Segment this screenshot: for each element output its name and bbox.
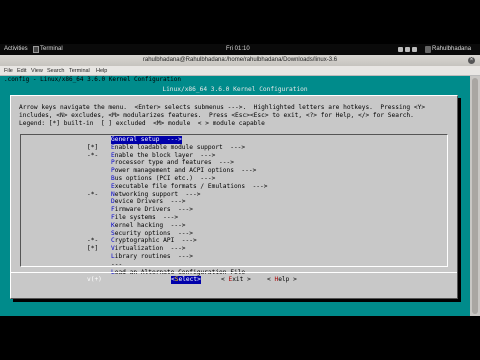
menu-item-label: Executable file formats / Emulations ---…: [111, 182, 268, 190]
status-icons[interactable]: [398, 47, 420, 52]
menu-item-label: Firmware Drivers --->: [111, 206, 193, 214]
menu-item-label: ---: [111, 260, 123, 268]
menu-item-label: Power management and ACPI options --->: [111, 167, 257, 175]
menu-item-label: Enable loadable module support --->: [111, 143, 246, 151]
menu-item-hotkey: P: [111, 159, 115, 167]
menu-item[interactable]: -*- Cryptographic API --->: [21, 237, 447, 245]
menu-list: General setup ---> [*] Enable loadable mod…: [20, 134, 448, 283]
exit-button[interactable]: < Exit >: [221, 276, 251, 284]
menu-item-hotkey: D: [111, 198, 115, 206]
menu-item-label: Enable the block layer --->: [111, 151, 216, 159]
menu-item[interactable]: -*- Enable the block layer --->: [21, 152, 447, 160]
menu-item-hotkey: F: [111, 214, 115, 221]
menu-item-hotkey: K: [111, 221, 115, 229]
volume-icon[interactable]: [405, 47, 410, 52]
menu-search[interactable]: Search: [47, 68, 64, 74]
menu-item[interactable]: Security options --->: [21, 230, 447, 238]
window-title: rahulbhadana@Rahulbhadana:/home/rahulbha…: [142, 57, 338, 63]
menu-item[interactable]: Device Drivers --->: [21, 198, 447, 206]
menu-view[interactable]: View: [31, 68, 43, 74]
help-text: Arrow keys navigate the menu. <Enter> se…: [19, 104, 451, 128]
menu-item[interactable]: Executable file formats / Emulations ---…: [21, 183, 447, 191]
menu-item[interactable]: Library routines --->: [21, 253, 447, 261]
user-menu[interactable]: Rahulbhadana: [432, 46, 471, 53]
menu-item-hotkey: E: [111, 182, 115, 190]
menu-item[interactable]: Processor type and features --->: [21, 159, 447, 167]
menu-item-state: -*-: [87, 237, 99, 245]
menu-item[interactable]: Firmware Drivers --->: [21, 206, 447, 214]
menu-item-label: General setup --->: [111, 136, 182, 144]
help-line: includes, <N> excludes, <M> modularizes …: [19, 112, 414, 119]
menu-item-label: File systems --->: [111, 214, 179, 221]
menu-item[interactable]: ---: [21, 261, 447, 269]
menu-item[interactable]: -*- Networking support --->: [21, 191, 447, 199]
menu-item-state: [*]: [87, 245, 99, 253]
terminal-menubar: File Edit View Search Terminal Help: [0, 66, 480, 76]
menu-terminal[interactable]: Terminal: [69, 68, 90, 74]
menu-file[interactable]: File: [4, 68, 13, 74]
menu-item-label: Processor type and features --->: [111, 159, 234, 167]
user-icon: [425, 46, 431, 53]
terminal-app-icon: [33, 46, 39, 53]
config-header-line: .config - Linux/x86_64 3.6.0 Kernel Conf…: [4, 76, 182, 83]
scrollbar-thumb[interactable]: [472, 78, 478, 314]
menu-item-hotkey: C: [111, 237, 115, 245]
gnome-top-bar: Activities Terminal Fri 01:10 Rahulbhada…: [0, 44, 480, 55]
menu-item-label: Networking support --->: [111, 190, 201, 198]
terminal-area[interactable]: .config - Linux/x86_64 3.6.0 Kernel Conf…: [0, 76, 480, 316]
menu-item-label: Device Drivers --->: [111, 198, 186, 206]
menu-item-hotkey: B: [111, 175, 115, 182]
menu-item-hotkey: S: [111, 229, 115, 237]
button-bar: <Select> < Exit > < Help >: [11, 272, 457, 284]
menu-item-state: -*-: [87, 151, 99, 159]
network-icon[interactable]: [412, 47, 417, 52]
menuconfig-dialog: Arrow keys navigate the menu. <Enter> se…: [10, 95, 458, 299]
terminal-scrollbar[interactable]: [470, 76, 480, 316]
menu-item[interactable]: Bus options (PCI etc.) --->: [21, 175, 447, 183]
menu-item-label: Kernel hacking --->: [111, 221, 186, 229]
menuconfig-title: Linux/x86_64 3.6.0 Kernel Configuration: [162, 86, 308, 93]
select-button[interactable]: <Select>: [171, 276, 201, 284]
close-icon[interactable]: ×: [468, 57, 475, 64]
menu-item-hotkey: P: [111, 167, 115, 175]
menu-item-label: Library routines --->: [111, 253, 193, 260]
menu-item[interactable]: Power management and ACPI options --->: [21, 167, 447, 175]
menu-item-hotkey: G: [111, 136, 115, 143]
menu-item-state: -*-: [87, 190, 99, 198]
app-menu-terminal[interactable]: Terminal: [40, 46, 63, 53]
menu-item[interactable]: General setup --->: [21, 136, 447, 144]
menu-edit[interactable]: Edit: [17, 68, 26, 74]
menu-item-hotkey: V: [111, 245, 115, 253]
menu-help[interactable]: Help: [96, 68, 107, 74]
menu-item-label: Security options --->: [111, 229, 193, 237]
menu-item-hotkey: N: [111, 190, 115, 198]
menu-item[interactable]: [*] Enable loadable module support --->: [21, 144, 447, 152]
menu-item-label: Cryptographic API --->: [111, 237, 197, 245]
window-titlebar[interactable]: rahulbhadana@Rahulbhadana:/home/rahulbha…: [0, 55, 480, 66]
accessibility-icon[interactable]: [398, 47, 403, 52]
help-line: Legend: [*] built-in [ ] excluded <M> mo…: [19, 120, 265, 127]
menu-item-hotkey: F: [111, 206, 115, 214]
menu-item-hotkey: E: [111, 151, 115, 159]
menu-item-hotkey: E: [111, 143, 115, 151]
menu-item[interactable]: [*] Virtualization --->: [21, 245, 447, 253]
menu-item-label: Virtualization --->: [111, 245, 186, 253]
menu-item-state: [*]: [87, 143, 99, 151]
menu-item-label: Bus options (PCI etc.) --->: [111, 175, 216, 182]
menu-item[interactable]: File systems --->: [21, 214, 447, 222]
help-line: Arrow keys navigate the menu. <Enter> se…: [19, 104, 426, 111]
clock[interactable]: Fri 01:10: [226, 46, 250, 53]
menu-item[interactable]: Kernel hacking --->: [21, 222, 447, 230]
menu-item-hotkey: L: [111, 253, 115, 260]
activities-button[interactable]: Activities: [4, 46, 28, 53]
help-button[interactable]: < Help >: [267, 276, 297, 284]
